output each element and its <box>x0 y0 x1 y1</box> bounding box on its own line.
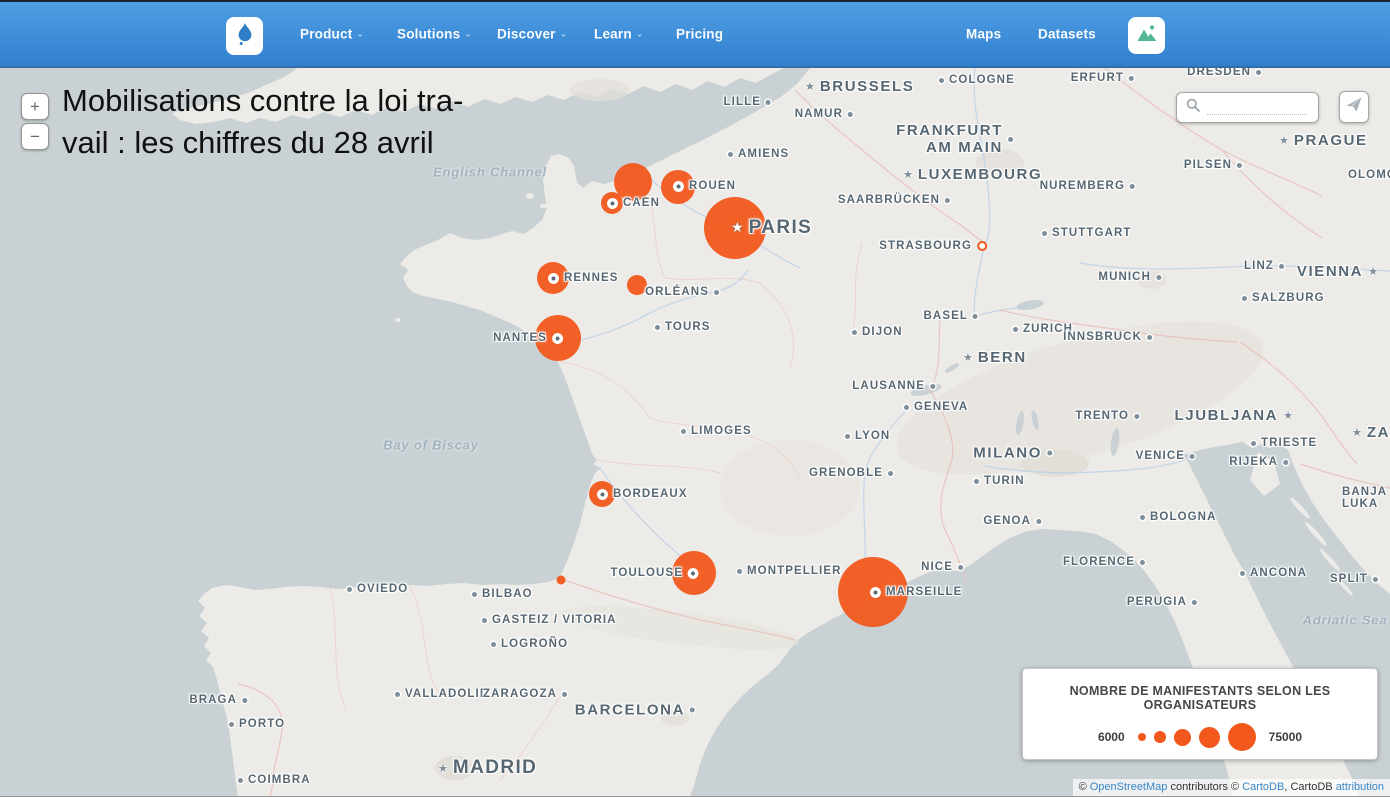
attribution-segment[interactable]: attribution <box>1336 781 1384 793</box>
attribution-segment: © <box>1079 781 1090 793</box>
nav-menu-item[interactable]: Discover⌄ <box>497 27 567 42</box>
legend-title: NOMBRE DE MANIFESTANTS SELON LES ORGANIS… <box>1037 684 1363 712</box>
legend-circle <box>1174 729 1191 746</box>
chevron-down-icon: ⌄ <box>636 29 644 40</box>
navbar: Product⌄ Solutions⌄ Discover⌄ Learn⌄ Pri… <box>0 0 1390 68</box>
nav-right-item[interactable]: Maps <box>966 27 1001 42</box>
cartodb-logo[interactable] <box>226 17 263 55</box>
protest-bubble[interactable] <box>672 551 716 595</box>
zoom-out-button[interactable]: − <box>21 123 49 150</box>
nav-menu-item[interactable]: Solutions⌄ <box>397 27 472 42</box>
nav-menu-item[interactable]: Pricing <box>676 27 727 42</box>
protest-bubble[interactable] <box>627 275 647 295</box>
paper-plane-icon <box>1345 96 1363 119</box>
attribution-segment: , CartoDB <box>1284 781 1335 793</box>
protest-bubble[interactable] <box>704 197 766 259</box>
protest-bubble[interactable] <box>589 481 615 507</box>
legend-circle <box>1138 733 1146 741</box>
legend-min-value: 6000 <box>1098 730 1125 744</box>
legend-circle <box>1228 723 1256 751</box>
image-mountain-icon <box>1135 21 1159 50</box>
zoom-in-button[interactable]: + <box>21 93 49 120</box>
search-icon <box>1186 98 1200 117</box>
legend-scale: 6000 75000 <box>1023 723 1377 751</box>
chevron-down-icon: ⌄ <box>464 29 472 40</box>
map-gallery-button[interactable] <box>1128 17 1165 54</box>
legend-circle <box>1199 727 1220 748</box>
protest-bubble[interactable] <box>661 170 695 204</box>
attribution-segment[interactable]: CartoDB <box>1242 781 1284 793</box>
legend: NOMBRE DE MANIFESTANTS SELON LES ORGANIS… <box>1022 668 1378 760</box>
protest-bubble[interactable] <box>557 576 566 585</box>
cartodb-drop-icon <box>233 21 257 52</box>
legend-circle <box>1154 731 1166 743</box>
chevron-down-icon: ⌄ <box>356 29 364 40</box>
protest-bubble[interactable] <box>537 262 569 294</box>
nav-menu-item[interactable]: Learn⌄ <box>594 27 644 42</box>
cartodb-map-page: Product⌄ Solutions⌄ Discover⌄ Learn⌄ Pri… <box>0 0 1390 797</box>
map-title: Mobilisations contre la loi tra- vail : … <box>62 80 622 164</box>
search-box[interactable] <box>1176 92 1319 123</box>
share-button[interactable] <box>1339 91 1369 123</box>
attribution-segment: contributors © <box>1167 781 1242 793</box>
protest-bubble[interactable] <box>838 557 908 627</box>
nav-menu-item[interactable]: Product⌄ <box>300 27 364 42</box>
chevron-down-icon: ⌄ <box>560 29 568 40</box>
legend-max-value: 75000 <box>1269 730 1302 744</box>
legend-circles <box>1138 723 1256 751</box>
protest-bubble[interactable] <box>601 192 623 214</box>
attribution: © OpenStreetMap contributors © CartoDB, … <box>1073 779 1390 796</box>
search-input[interactable] <box>1207 100 1307 115</box>
zoom-control: + − <box>21 93 49 150</box>
attribution-segment[interactable]: OpenStreetMap <box>1090 781 1168 793</box>
nav-right-item[interactable]: Datasets <box>1038 27 1096 42</box>
protest-bubble[interactable] <box>535 315 581 361</box>
map-canvas[interactable]: English Channel Bay of Biscay Adriatic S… <box>0 68 1390 797</box>
